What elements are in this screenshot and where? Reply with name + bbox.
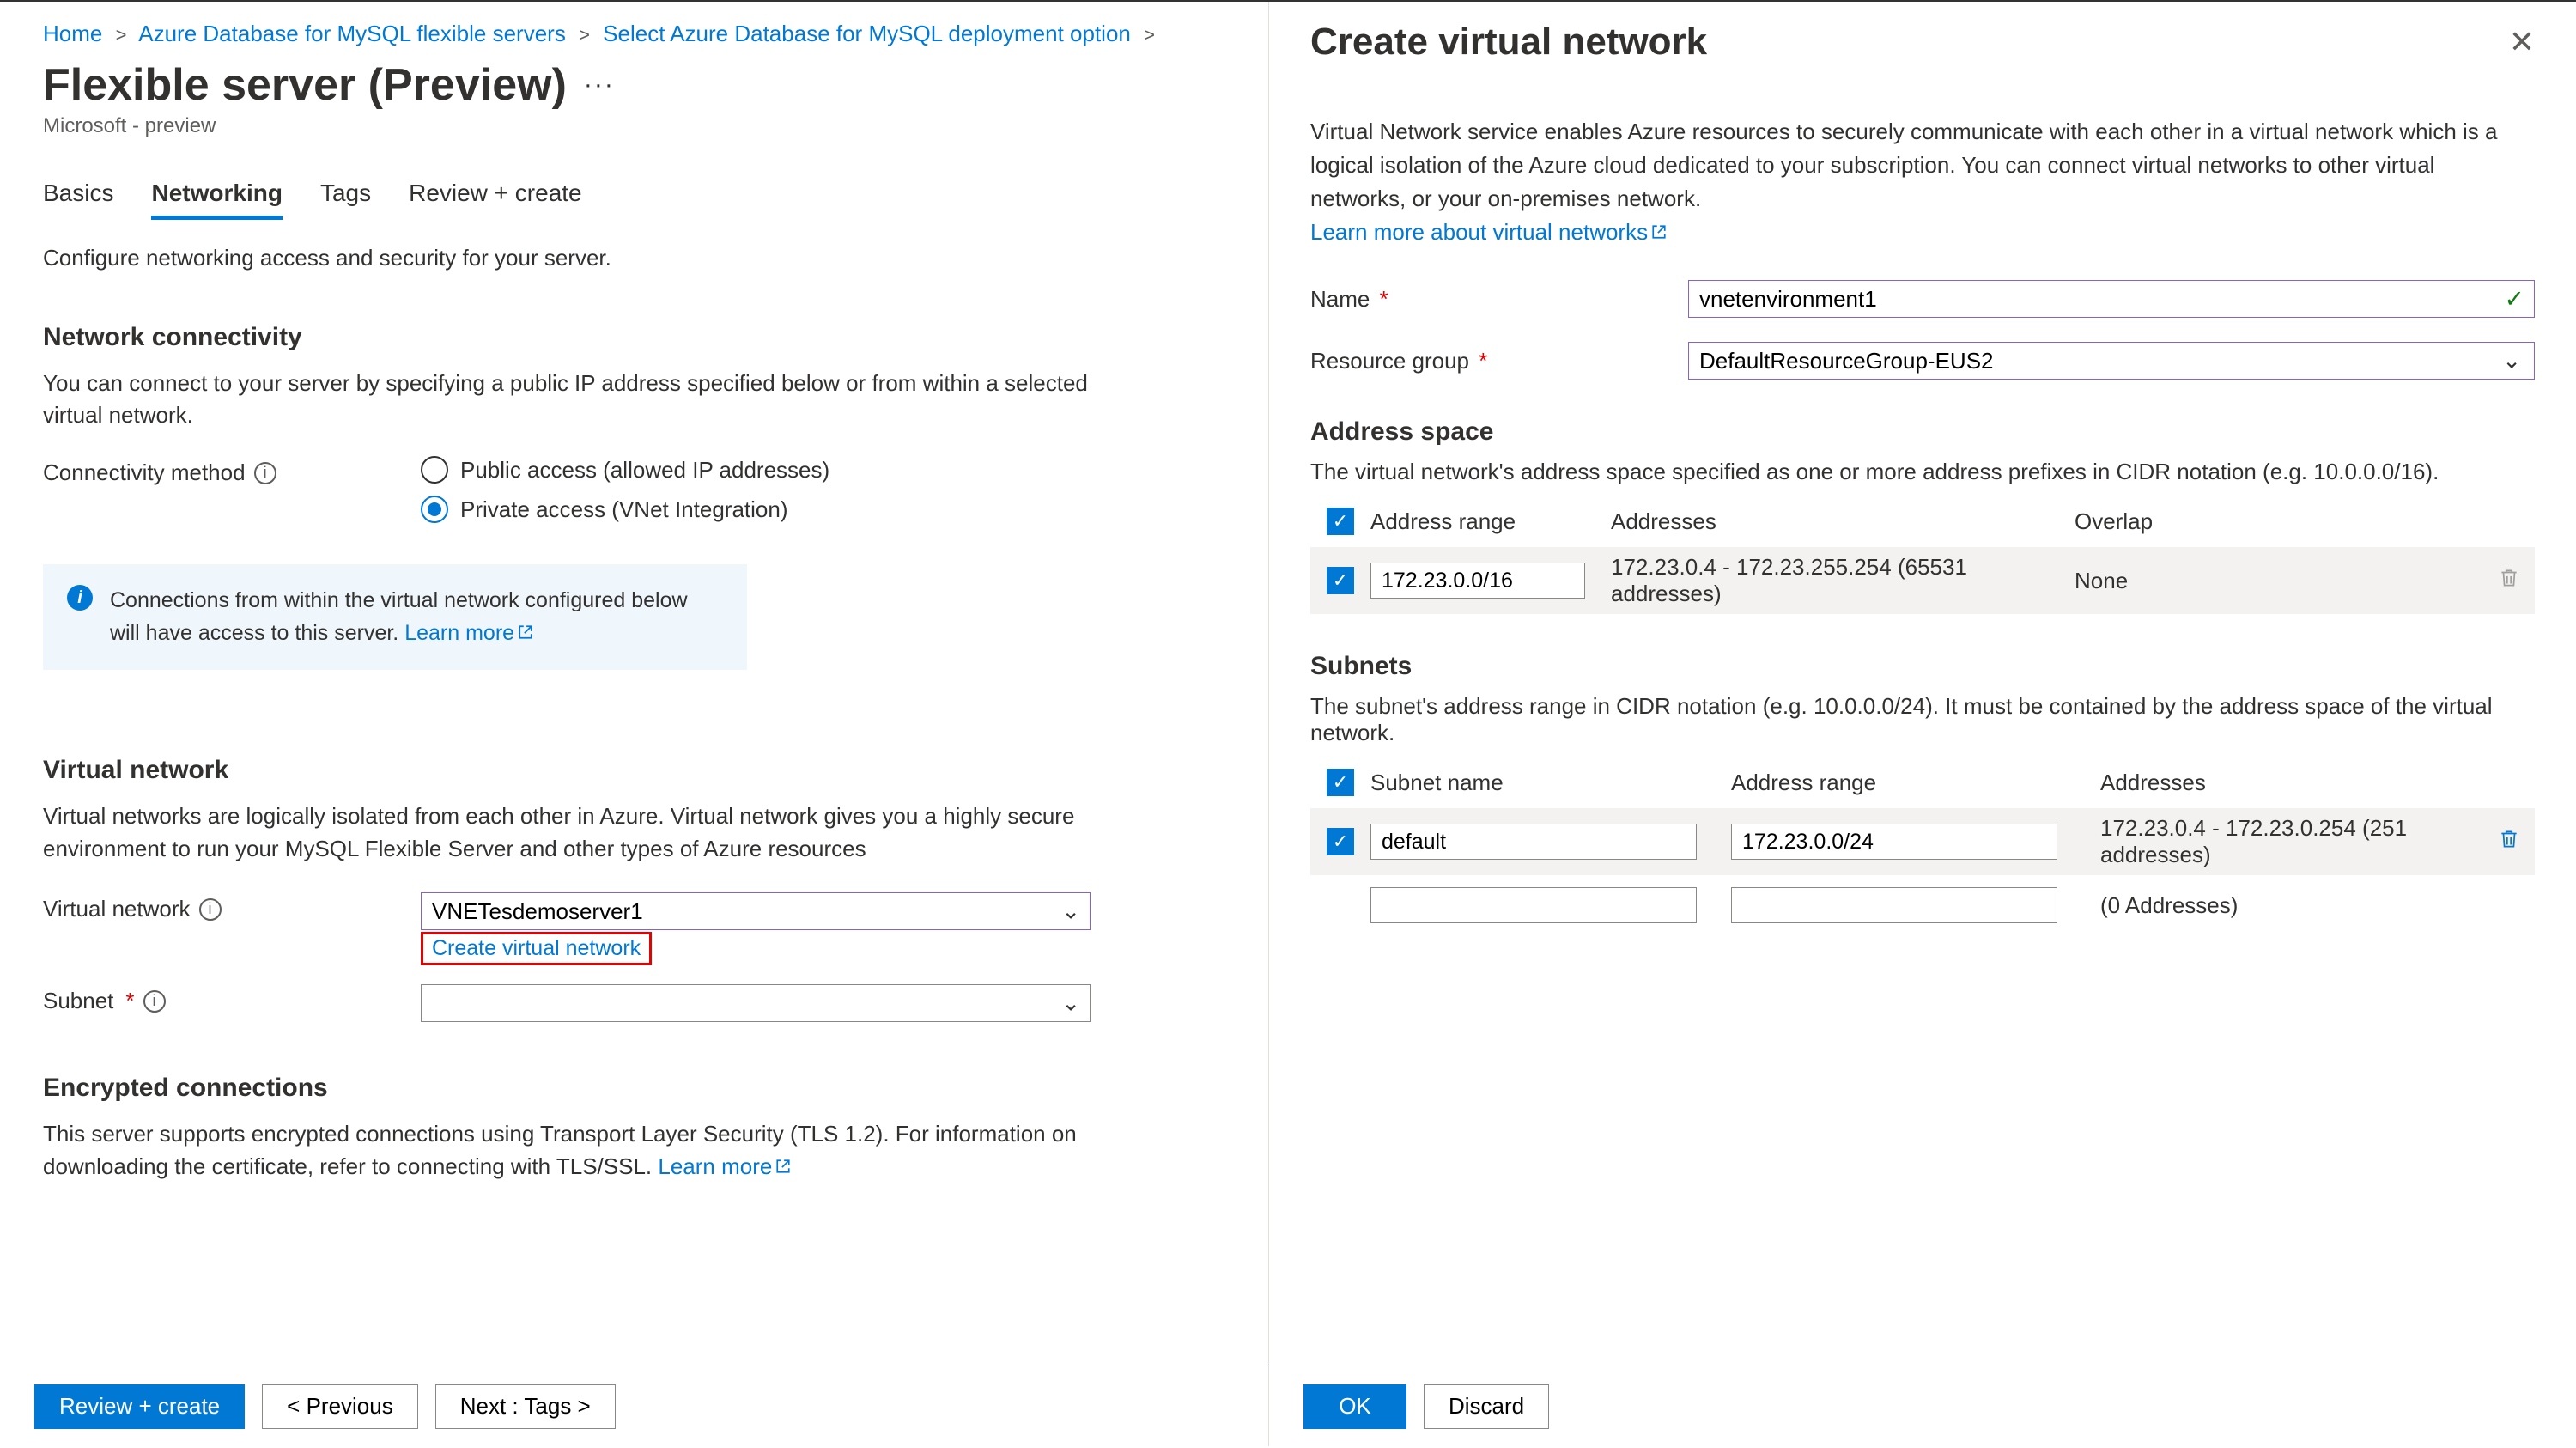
breadcrumb-deployment[interactable]: Select Azure Database for MySQL deployme… [603, 21, 1131, 46]
page-title: Flexible server (Preview) [43, 59, 567, 111]
address-space-heading: Address space [1310, 417, 2535, 447]
next-button[interactable]: Next : Tags > [435, 1384, 616, 1429]
radio-icon [421, 496, 448, 523]
panel-learn-more-link[interactable]: Learn more about virtual networks [1310, 219, 1667, 245]
resource-group-label: Resource group * [1310, 348, 1688, 374]
valid-check-icon: ✓ [2505, 285, 2524, 313]
discard-button[interactable]: Discard [1424, 1384, 1549, 1429]
subnet-name-input-empty[interactable] [1370, 887, 1697, 923]
network-connectivity-desc: You can connect to your server by specif… [43, 368, 1125, 432]
col-address-range: Address range [1370, 508, 1611, 535]
right-footer: OK Discard [1269, 1366, 2576, 1446]
tab-review[interactable]: Review + create [409, 179, 582, 220]
virtual-network-label: Virtual network i [43, 892, 421, 922]
network-connectivity-heading: Network connectivity [43, 323, 1225, 352]
info-icon[interactable]: i [254, 462, 276, 484]
subnet-row-checkbox[interactable]: ✓ [1327, 828, 1354, 855]
info-box-learn-more[interactable]: Learn more [404, 621, 533, 645]
external-link-icon [518, 618, 533, 633]
panel-title: Create virtual network [1310, 21, 1707, 64]
address-space-row: ✓ 172.23.0.4 - 172.23.255.254 (65531 add… [1310, 547, 2535, 614]
more-actions-button[interactable]: ··· [584, 70, 615, 100]
tab-networking[interactable]: Networking [151, 179, 282, 220]
subnet-row: ✓ 172.23.0.4 - 172.23.0.254 (251 address… [1310, 808, 2535, 875]
vnet-name-label: Name * [1310, 286, 1688, 313]
address-space-desc: The virtual network's address space spec… [1310, 459, 2535, 485]
radio-public-access[interactable]: Public access (allowed IP addresses) [421, 456, 829, 484]
subnet-range-input[interactable] [1731, 824, 2057, 860]
radio-icon [421, 456, 448, 484]
encrypted-connections-heading: Encrypted connections [43, 1074, 1225, 1103]
info-icon[interactable]: i [199, 898, 222, 921]
networking-intro: Configure networking access and security… [43, 242, 1125, 275]
address-range-input[interactable] [1370, 563, 1585, 599]
address-row-addresses: 172.23.0.4 - 172.23.255.254 (65531 addre… [1611, 554, 2075, 607]
external-link-icon [1651, 216, 1667, 231]
address-row-overlap: None [2075, 568, 2483, 594]
ok-button[interactable]: OK [1303, 1384, 1406, 1429]
external-link-icon [775, 1151, 791, 1166]
virtual-network-desc: Virtual networks are logically isolated … [43, 800, 1125, 865]
address-select-all-checkbox[interactable]: ✓ [1327, 508, 1354, 535]
subnets-desc: The subnet's address range in CIDR notat… [1310, 693, 2535, 746]
radio-private-access[interactable]: Private access (VNet Integration) [421, 496, 829, 523]
encrypted-connections-desc: This server supports encrypted connectio… [43, 1118, 1125, 1183]
subnet-name-input[interactable] [1370, 824, 1697, 860]
subnet-row-empty-addresses: (0 Addresses) [2100, 892, 2483, 919]
trash-icon[interactable] [2498, 569, 2520, 594]
subnet-label: Subnet* i [43, 984, 421, 1014]
review-create-button[interactable]: Review + create [34, 1384, 245, 1429]
panel-desc: Virtual Network service enables Azure re… [1310, 115, 2535, 249]
encrypted-learn-more[interactable]: Learn more [658, 1153, 791, 1179]
col-subnet-addresses: Addresses [2100, 770, 2483, 796]
tab-basics[interactable]: Basics [43, 179, 113, 220]
info-box-text: Connections from within the virtual netw… [110, 588, 688, 645]
breadcrumb: Home > Azure Database for MySQL flexible… [43, 21, 1225, 47]
subnet-range-input-empty[interactable] [1731, 887, 2057, 923]
page-subtitle: Microsoft - preview [43, 114, 1225, 138]
tab-tags[interactable]: Tags [320, 179, 371, 220]
virtual-network-select[interactable] [421, 892, 1091, 930]
resource-group-select[interactable] [1688, 342, 2535, 380]
virtual-network-heading: Virtual network [43, 756, 1225, 785]
subnet-row-addresses: 172.23.0.4 - 172.23.0.254 (251 addresses… [2100, 815, 2483, 868]
address-row-checkbox[interactable]: ✓ [1327, 567, 1354, 594]
subnet-select-all-checkbox[interactable]: ✓ [1327, 769, 1354, 796]
col-subnet-range: Address range [1731, 770, 2075, 796]
tabs: Basics Networking Tags Review + create [43, 179, 1225, 220]
col-subnet-name: Subnet name [1370, 770, 1714, 796]
radio-private-label: Private access (VNet Integration) [460, 496, 788, 523]
connectivity-method-label: Connectivity method i [43, 456, 421, 486]
close-icon[interactable]: ✕ [2509, 24, 2535, 60]
radio-public-label: Public access (allowed IP addresses) [460, 457, 829, 484]
vnet-name-input[interactable] [1688, 280, 2535, 318]
trash-icon[interactable] [2498, 830, 2520, 855]
breadcrumb-servers[interactable]: Azure Database for MySQL flexible server… [138, 21, 566, 46]
previous-button[interactable]: < Previous [262, 1384, 418, 1429]
subnets-heading: Subnets [1310, 652, 2535, 681]
info-icon[interactable]: i [143, 990, 166, 1013]
create-virtual-network-link[interactable]: Create virtual network [421, 932, 652, 965]
left-footer: Review + create < Previous Next : Tags > [0, 1366, 1268, 1446]
col-addresses: Addresses [1611, 508, 2075, 535]
info-box: i Connections from within the virtual ne… [43, 564, 747, 670]
info-icon: i [67, 585, 93, 611]
breadcrumb-home[interactable]: Home [43, 21, 102, 46]
subnet-row-empty: (0 Addresses) [1310, 887, 2535, 923]
col-overlap: Overlap [2075, 508, 2483, 535]
subnet-select[interactable] [421, 984, 1091, 1022]
